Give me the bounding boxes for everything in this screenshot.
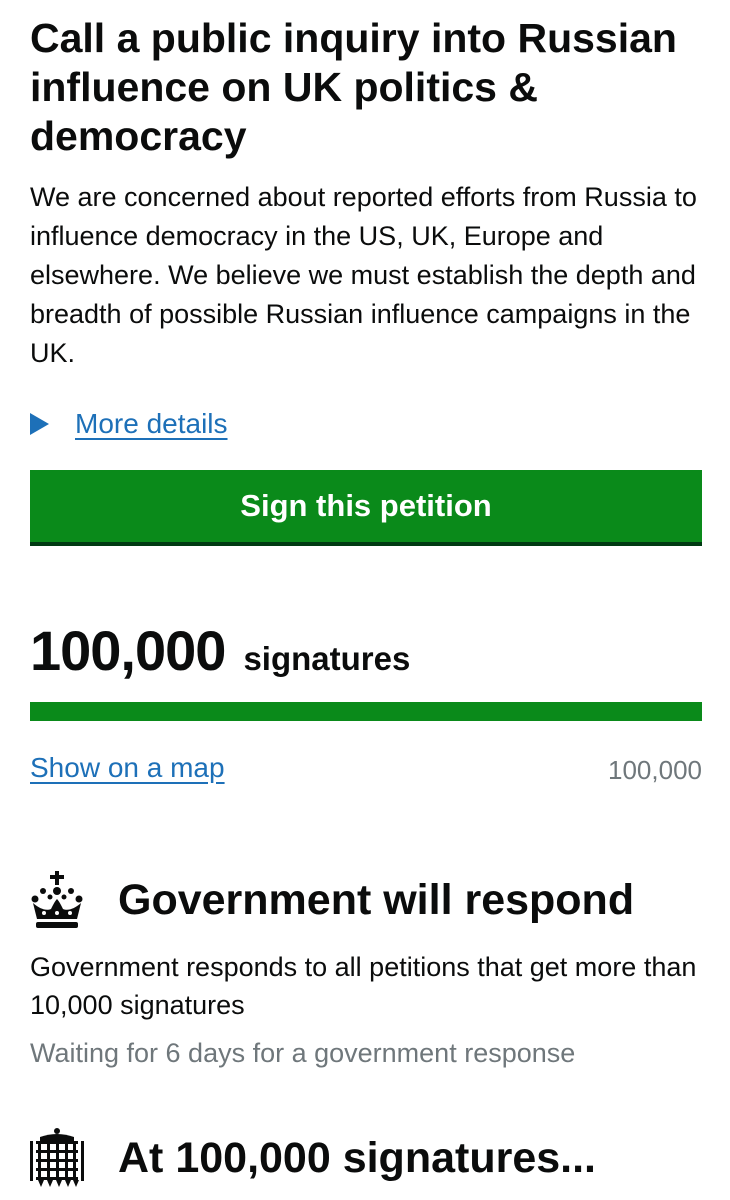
signature-count-number: 100,000 bbox=[30, 619, 226, 682]
petition-page: Call a public inquiry into Russian influ… bbox=[30, 0, 702, 1200]
debate-threshold-heading-text: At 100,000 signatures... bbox=[118, 1133, 596, 1182]
more-details-toggle[interactable]: More details bbox=[30, 404, 228, 444]
portcullis-icon bbox=[30, 1128, 84, 1187]
sign-petition-button[interactable]: Sign this petition bbox=[30, 470, 702, 546]
triangle-right-icon bbox=[30, 413, 49, 435]
signature-count: 100,000 signatures bbox=[30, 618, 410, 692]
signature-progress-fill bbox=[30, 702, 702, 721]
government-response-heading: Government will respond bbox=[30, 864, 634, 936]
more-details-label: More details bbox=[75, 408, 228, 439]
petition-title: Call a public inquiry into Russian influ… bbox=[30, 15, 677, 159]
signature-target: 100,000 bbox=[608, 755, 702, 785]
government-response-heading-text: Government will respond bbox=[118, 875, 635, 924]
petition-summary: We are concerned about reported efforts … bbox=[30, 182, 697, 368]
signature-progress-bar bbox=[30, 702, 702, 721]
debate-threshold-heading: At 100,000 signatures... bbox=[30, 1118, 596, 1198]
government-response-body: Government responds to all petitions tha… bbox=[30, 952, 697, 1020]
signature-count-unit: signatures bbox=[243, 640, 411, 677]
government-response-status: Waiting for 6 days for a government resp… bbox=[30, 1038, 576, 1068]
crown-icon bbox=[31, 871, 83, 928]
show-on-map-link[interactable]: Show on a map bbox=[30, 752, 225, 784]
